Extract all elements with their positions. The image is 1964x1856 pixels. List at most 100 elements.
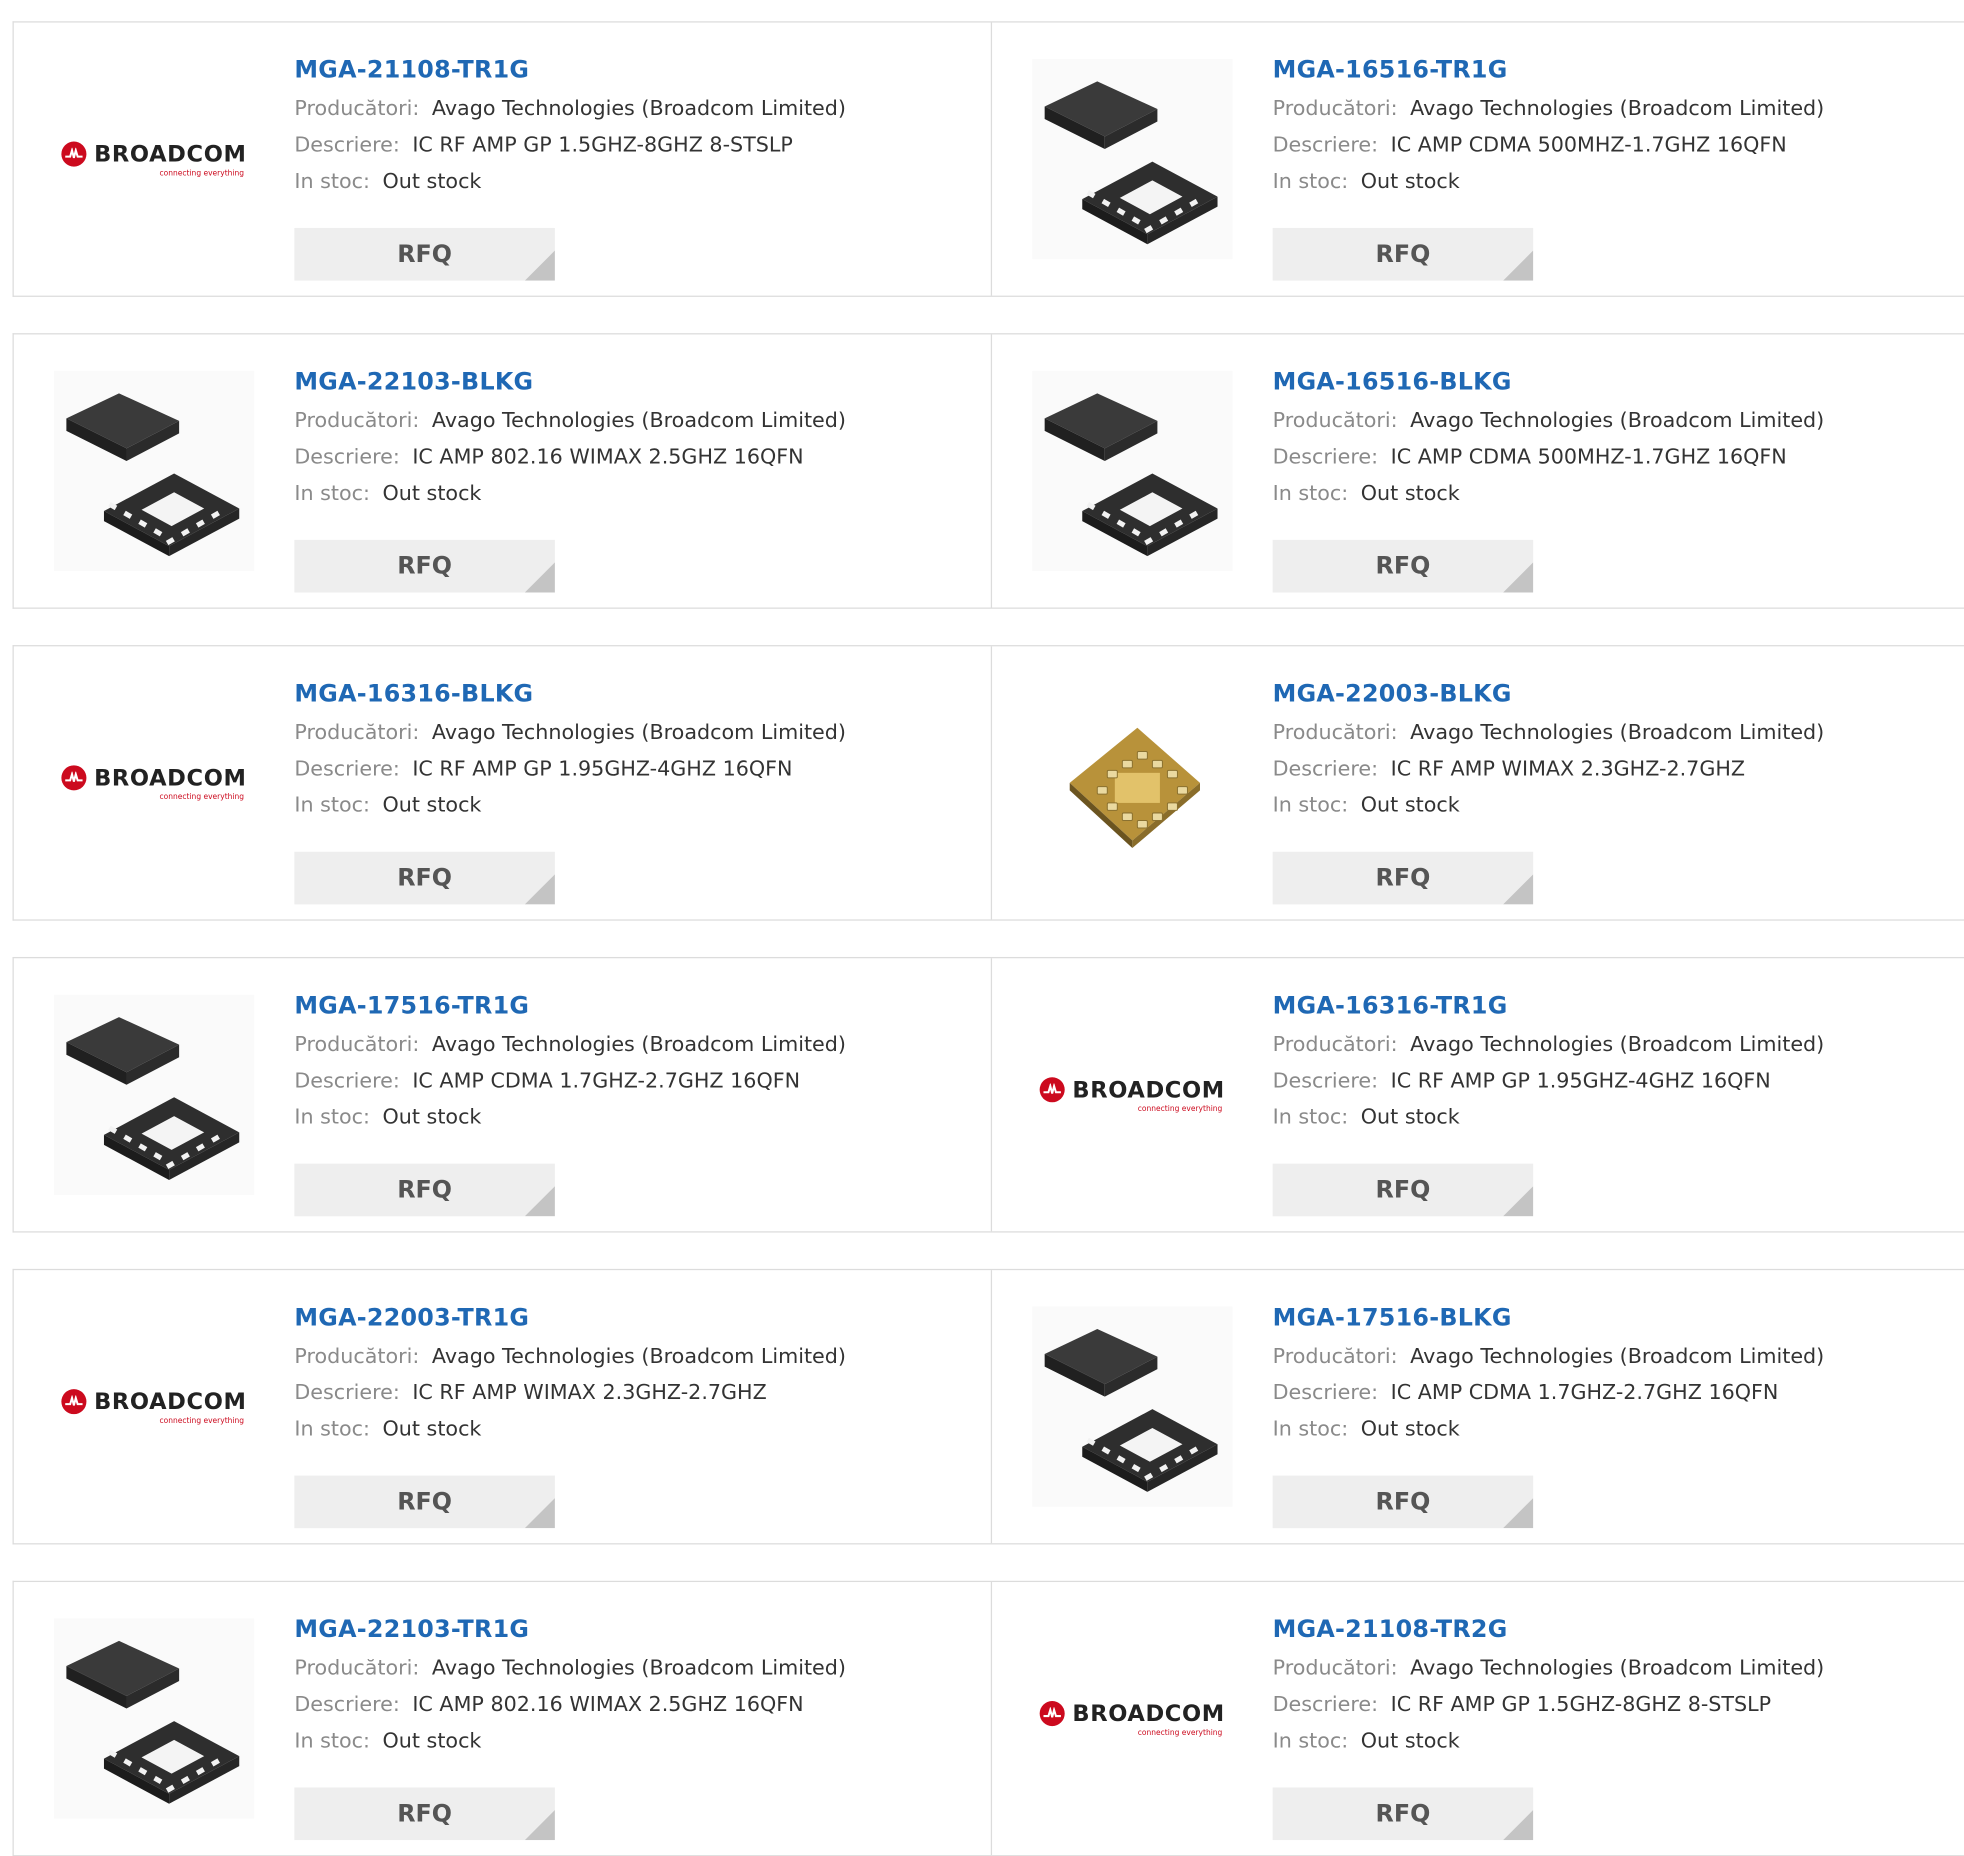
description-label: Descriere: (1272, 1692, 1379, 1717)
product-image[interactable]: BROADCOM connecting everything (1032, 1618, 1232, 1818)
product-image[interactable] (1032, 58, 1233, 260)
part-number-link[interactable]: MGA-17516-TR1G (294, 988, 846, 1026)
rfq-button[interactable]: RFQ (294, 1787, 555, 1841)
rfq-button[interactable]: RFQ (294, 1475, 555, 1529)
qfn-chip-icon (1032, 58, 1233, 260)
rfq-button[interactable]: RFQ (1272, 227, 1534, 281)
part-number-link[interactable]: MGA-22003-BLKG (1273, 676, 1825, 714)
stock-value: Out stock (1360, 1416, 1460, 1441)
product-card: BROADCOM connecting everything MGA-21108… (14, 22, 993, 296)
manufacturer-label: Producători: (1272, 1344, 1398, 1368)
product-image[interactable]: BROADCOM connecting everything (1032, 995, 1232, 1195)
rfq-button[interactable]: RFQ (1272, 539, 1534, 593)
qfn-chip-icon (53, 994, 255, 1195)
rfq-button[interactable]: RFQ (294, 539, 555, 593)
product-image[interactable]: BROADCOM connecting everything (54, 683, 254, 883)
qfn-chip-icon (53, 370, 255, 572)
rfq-label: RFQ (1375, 552, 1431, 580)
part-number-link[interactable]: MGA-16516-BLKG (1273, 365, 1825, 403)
rfq-button[interactable]: RFQ (1272, 1475, 1534, 1529)
corner-triangle-icon (1503, 874, 1534, 905)
manufacturer-value: Avago Technologies (Broadcom Limited) (1410, 1032, 1825, 1056)
manufacturer-value: Avago Technologies (Broadcom Limited) (431, 720, 846, 745)
stock-value: Out stock (382, 1728, 482, 1753)
product-card: MGA-22103-TR1G Producători: Avago Technol… (14, 1582, 993, 1856)
stock-label: In stoc: (1272, 1104, 1349, 1129)
rfq-label: RFQ (397, 240, 453, 269)
rfq-label: RFQ (1375, 864, 1431, 892)
rfq-button[interactable]: RFQ (1272, 851, 1534, 905)
part-number-link[interactable]: MGA-17516-BLKG (1273, 1300, 1825, 1338)
corner-triangle-icon (1503, 250, 1534, 281)
part-number-link[interactable]: MGA-21108-TR2G (1273, 1612, 1825, 1650)
rfq-label: RFQ (397, 1488, 453, 1516)
description-value: IC RF AMP GP 1.5GHZ-8GHZ 8-STSLP (1390, 1692, 1772, 1717)
description-label: Descriere: (294, 1692, 400, 1717)
product-card: BROADCOM connecting everything MGA-16316… (14, 646, 993, 920)
manufacturer-value: Avago Technologies (Broadcom Limited) (431, 1655, 846, 1680)
rfq-button[interactable]: RFQ (294, 851, 555, 905)
stock-value: Out stock (382, 1104, 482, 1129)
part-number-link[interactable]: MGA-21108-TR1G (294, 53, 846, 91)
product-card: MGA-22003-BLKG Producători: Avago Technol… (992, 646, 1964, 919)
corner-triangle-icon (1503, 1810, 1534, 1841)
manufacturer-value: Avago Technologies (Broadcom Limited) (431, 1344, 846, 1368)
brand-name: BROADCOM (94, 140, 247, 168)
product-image[interactable] (53, 1618, 255, 1819)
stock-label: In stoc: (294, 1416, 370, 1441)
stock-label: In stoc: (1272, 1728, 1349, 1753)
product-image[interactable] (1032, 370, 1233, 572)
gold-chip-icon (1032, 682, 1233, 884)
brand-name: BROADCOM (94, 1388, 247, 1415)
description-value: IC RF AMP GP 1.5GHZ-8GHZ 8-STSLP (412, 132, 793, 157)
rfq-button[interactable]: RFQ (1272, 1163, 1534, 1217)
part-number-link[interactable]: MGA-22103-TR1G (294, 1612, 846, 1650)
product-image[interactable] (1032, 1306, 1233, 1507)
part-number-link[interactable]: MGA-16316-TR1G (1273, 988, 1825, 1026)
stock-label: In stoc: (1272, 169, 1349, 193)
brand-tagline: connecting everything (1137, 1727, 1223, 1737)
stock-label: In stoc: (294, 1104, 370, 1129)
rfq-button[interactable]: RFQ (1272, 1787, 1534, 1841)
product-row: BROADCOM connecting everything MGA-22003… (12, 1268, 1964, 1545)
description-label: Descriere: (294, 444, 400, 469)
part-number-link[interactable]: MGA-16516-TR1G (1273, 53, 1825, 91)
product-row: MGA-22103-BLKG Producători: Avago Technol… (12, 333, 1964, 609)
corner-triangle-icon (524, 562, 555, 593)
manufacturer-value: Avago Technologies (Broadcom Limited) (1410, 96, 1825, 121)
description-label: Descriere: (294, 756, 400, 781)
stock-label: In stoc: (294, 480, 370, 505)
description-value: IC RF AMP GP 1.95GHZ-4GHZ 16QFN (412, 756, 793, 781)
broadcom-logo: BROADCOM connecting everything (61, 765, 247, 801)
product-image[interactable]: BROADCOM connecting everything (54, 1306, 254, 1506)
rfq-button[interactable]: RFQ (294, 227, 555, 281)
corner-triangle-icon (1503, 1498, 1534, 1529)
product-image[interactable]: BROADCOM connecting everything (54, 59, 254, 259)
product-list: BROADCOM connecting everything MGA-21108… (0, 0, 1964, 1856)
product-image[interactable] (53, 994, 255, 1195)
broadcom-logo: BROADCOM connecting everything (61, 1388, 247, 1425)
rfq-button[interactable]: RFQ (294, 1163, 555, 1217)
part-number-link[interactable]: MGA-22003-TR1G (294, 1300, 846, 1338)
part-number-link[interactable]: MGA-16316-BLKG (294, 676, 846, 714)
description-value: IC AMP 802.16 WIMAX 2.5GHZ 16QFN (412, 444, 804, 469)
product-image[interactable] (1032, 682, 1233, 884)
stock-value: Out stock (1360, 480, 1460, 505)
description-value: IC AMP CDMA 1.7GHZ-2.7GHZ 16QFN (412, 1068, 801, 1093)
manufacturer-label: Producători: (1272, 408, 1398, 433)
description-label: Descriere: (1272, 444, 1379, 469)
broadcom-pulse-icon (61, 765, 87, 791)
manufacturer-label: Producători: (294, 1032, 420, 1056)
broadcom-pulse-icon (61, 141, 87, 167)
manufacturer-label: Producători: (294, 1655, 420, 1680)
description-label: Descriere: (1272, 756, 1379, 781)
description-value: IC AMP CDMA 500MHZ-1.7GHZ 16QFN (1390, 132, 1787, 157)
manufacturer-value: Avago Technologies (Broadcom Limited) (1410, 408, 1825, 433)
description-value: IC AMP CDMA 1.7GHZ-2.7GHZ 16QFN (1390, 1380, 1779, 1405)
qfn-chip-icon (1032, 370, 1233, 572)
manufacturer-value: Avago Technologies (Broadcom Limited) (431, 408, 846, 433)
manufacturer-label: Producători: (294, 1344, 420, 1368)
description-label: Descriere: (294, 1068, 400, 1093)
product-image[interactable] (53, 370, 255, 572)
part-number-link[interactable]: MGA-22103-BLKG (294, 365, 846, 403)
